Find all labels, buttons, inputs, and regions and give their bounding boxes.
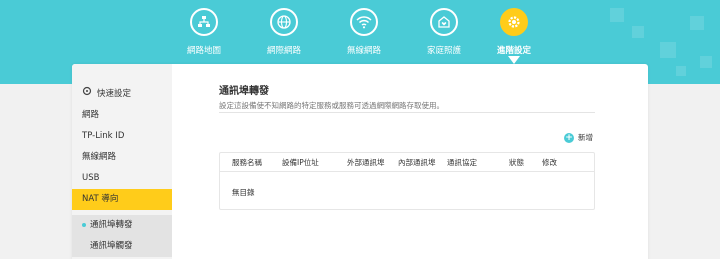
sidebar-item-label: 網路 xyxy=(82,110,100,120)
add-button[interactable]: + 新增 xyxy=(564,132,593,143)
sidebar-item-network[interactable]: 網路 xyxy=(72,105,172,126)
sidebar-item-quick-setup[interactable]: 快速設定 xyxy=(72,84,172,105)
port-forwarding-table: 服務名稱 設備IP位址 外部通訊埠 內部通訊埠 通訊協定 狀態 修改 無目錄 xyxy=(219,152,595,210)
nav-home-care[interactable]: 家庭照護 xyxy=(404,8,484,56)
sidebar-item-label: 通訊埠轉發 xyxy=(90,220,133,230)
nav-label: 家庭照護 xyxy=(426,46,461,56)
nav-wireless[interactable]: 無線網路 xyxy=(324,8,404,56)
sidebar-item-label: TP-Link ID xyxy=(82,131,125,141)
sidebar-item-label: USB xyxy=(82,173,100,183)
sidebar-subitem-port-triggering[interactable]: 通訊埠觸發 xyxy=(72,236,172,257)
wifi-icon xyxy=(350,8,378,36)
nav-label: 進階設定 xyxy=(496,46,531,56)
nav-label: 網路地圖 xyxy=(186,46,221,56)
sidebar-item-tplink-id[interactable]: TP-Link ID xyxy=(72,126,172,147)
table-header: 服務名稱 設備IP位址 外部通訊埠 內部通訊埠 通訊協定 狀態 修改 xyxy=(220,153,594,172)
home-care-icon xyxy=(430,8,458,36)
plus-icon: + xyxy=(564,132,574,143)
column-header: 內部通訊埠 xyxy=(398,158,436,167)
empty-table-message: 無目錄 xyxy=(232,188,255,197)
divider xyxy=(219,112,595,113)
nav-network-map[interactable]: 網路地圖 xyxy=(164,8,244,56)
sidebar-item-label: 快速設定 xyxy=(97,89,132,99)
column-header: 通訊協定 xyxy=(447,158,477,167)
column-header: 外部通訊埠 xyxy=(347,158,385,167)
nav-label: 網際網路 xyxy=(266,46,301,56)
column-header: 修改 xyxy=(542,158,557,167)
nav-internet[interactable]: 網際網路 xyxy=(244,8,324,56)
page-title: 通訊埠轉發 xyxy=(219,86,269,97)
settings-card: 快速設定 網路 TP-Link ID 無線網路 USB NAT 導向 通訊埠轉發… xyxy=(72,64,648,259)
network-map-icon xyxy=(190,8,218,36)
sidebar-item-nat-forwarding[interactable]: NAT 導向 xyxy=(72,189,172,210)
column-header: 設備IP位址 xyxy=(282,158,319,167)
main-nav: 網路地圖 網際網路 無線網路 家庭照護 進階設定 xyxy=(0,8,720,68)
page-description: 設定這設備使不知網路的特定服務或服務可透過網際網路存取使用。 xyxy=(219,101,444,110)
quick-setup-icon xyxy=(82,84,92,105)
column-header: 服務名稱 xyxy=(232,158,262,167)
gear-icon xyxy=(500,8,528,36)
sidebar-item-usb[interactable]: USB xyxy=(72,168,172,189)
nav-advanced[interactable]: 進階設定 xyxy=(474,8,554,56)
globe-icon xyxy=(270,8,298,36)
sidebar-item-label: 通訊埠觸發 xyxy=(90,241,133,251)
sidebar-subitem-port-forwarding[interactable]: 通訊埠轉發 xyxy=(72,215,172,236)
sidebar: 快速設定 網路 TP-Link ID 無線網路 USB NAT 導向 通訊埠轉發… xyxy=(72,64,172,259)
active-nav-caret xyxy=(508,56,520,64)
sidebar-item-label: NAT 導向 xyxy=(82,194,119,204)
column-header: 狀態 xyxy=(509,158,524,167)
active-dot-icon xyxy=(82,222,86,227)
main-content: 通訊埠轉發 設定這設備使不知網路的特定服務或服務可透過網際網路存取使用。 + 新… xyxy=(172,64,648,259)
nav-label: 無線網路 xyxy=(346,46,381,56)
add-button-label: 新增 xyxy=(578,133,593,142)
sidebar-item-wireless[interactable]: 無線網路 xyxy=(72,147,172,168)
sidebar-item-label: 無線網路 xyxy=(82,152,117,162)
